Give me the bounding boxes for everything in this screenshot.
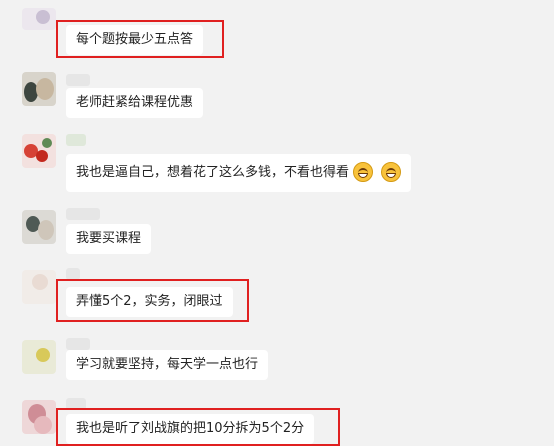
message-bubble: 学习就要坚持，每天学一点也行 [66,350,269,380]
highlight-box [56,279,249,322]
avatar[interactable] [22,270,56,304]
avatar[interactable] [22,134,56,168]
avatar[interactable] [22,72,56,106]
grinning-face-emoji-icon [353,161,374,182]
nickname-placeholder [66,74,90,86]
message-text: 我也是逼自己，想着花了这么多钱，不看也得看 [76,165,350,180]
nickname-placeholder [66,208,100,220]
avatar[interactable] [22,340,56,374]
grinning-face-emoji-icon [381,161,402,182]
nickname-placeholder [66,134,86,146]
avatar[interactable] [22,8,56,30]
avatar[interactable] [22,400,56,434]
message-bubble: 老师赶紧给课程优惠 [66,88,204,118]
message-bubble: 我要买课程 [66,224,152,254]
avatar[interactable] [22,210,56,244]
highlight-box [56,20,224,58]
highlight-box [56,408,340,446]
nickname-placeholder [66,338,90,350]
message-bubble: 我也是逼自己，想着花了这么多钱，不看也得看 [66,154,412,192]
